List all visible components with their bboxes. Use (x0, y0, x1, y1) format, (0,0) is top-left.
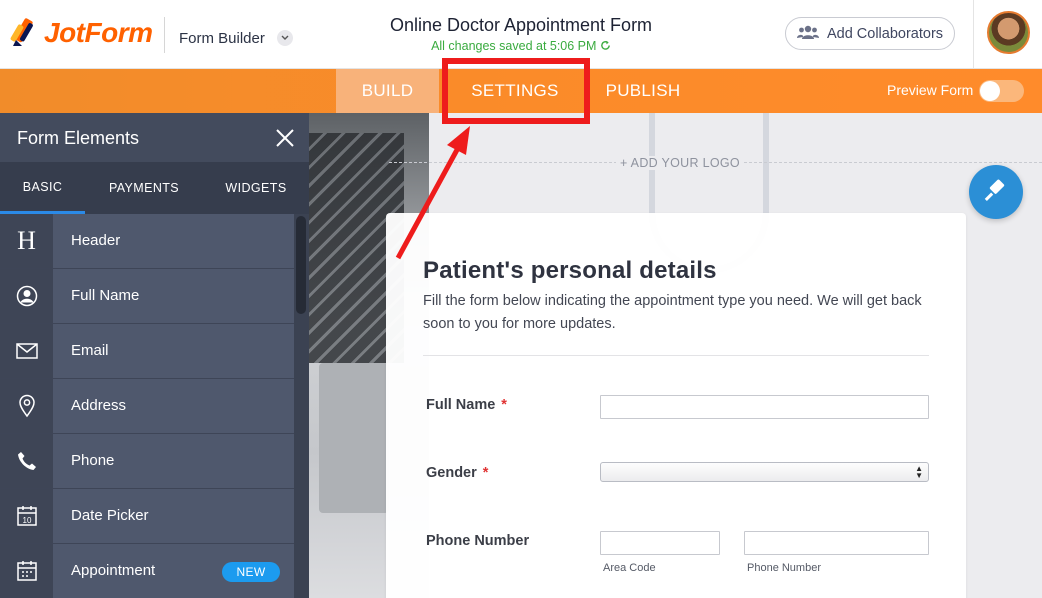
panel-tabs: BASIC PAYMENTS WIDGETS (0, 162, 309, 214)
area-code-input[interactable] (600, 531, 720, 555)
toggle-knob (980, 81, 1000, 101)
jotform-logo[interactable]: JotForm (10, 16, 153, 50)
required-mark: * (501, 397, 507, 413)
panel-header: Form Elements (0, 113, 309, 162)
phone-number-sublabel: Phone Number (747, 562, 821, 574)
preview-form-toggle[interactable] (979, 80, 1024, 102)
logo-text: JotForm (44, 17, 153, 48)
gender-select[interactable]: ▲ ▼ (600, 462, 929, 482)
phone-icon (0, 434, 53, 488)
gender-label-text: Gender (426, 465, 477, 481)
form-heading[interactable]: Patient's personal details (423, 257, 717, 285)
form-canvas: + ADD YOUR LOGO Patient's personal detai… (309, 113, 1042, 598)
new-badge: NEW (222, 562, 280, 582)
form-elements-panel: Form Elements BASIC PAYMENTS WIDGETS H H… (0, 113, 309, 598)
add-your-logo-link[interactable]: + ADD YOUR LOGO (616, 156, 744, 170)
form-divider (423, 355, 929, 356)
panel-scrollbar[interactable] (294, 214, 309, 598)
form-title[interactable]: Online Doctor Appointment Form (300, 15, 742, 36)
saved-status-text: All changes saved at 5:06 PM (431, 39, 597, 53)
tab-payments[interactable]: PAYMENTS (85, 162, 203, 214)
header-icon: H (0, 214, 53, 268)
element-item-email[interactable]: Email (0, 324, 294, 379)
element-label: Full Name (71, 287, 140, 304)
chevron-down-icon[interactable] (277, 30, 293, 46)
element-item-full-name[interactable]: Full Name (0, 269, 294, 324)
users-icon (796, 25, 819, 43)
element-label: Phone (71, 452, 115, 469)
select-arrows-icon: ▲ ▼ (915, 464, 923, 480)
element-label: Header (71, 232, 121, 249)
refresh-icon (600, 39, 611, 53)
add-collaborators-button[interactable]: Add Collaborators (785, 17, 955, 50)
form-designer-button[interactable] (969, 165, 1023, 219)
element-item-header[interactable]: H Header (0, 214, 294, 269)
appointment-calendar-icon (0, 544, 53, 598)
scrollbar-thumb[interactable] (296, 216, 306, 314)
avatar[interactable] (987, 11, 1030, 54)
tab-publish[interactable]: PUBLISH (590, 69, 696, 113)
user-icon (0, 269, 53, 323)
jotform-logo-icon (10, 16, 40, 50)
header-divider (164, 17, 165, 53)
tab-widgets[interactable]: WIDGETS (203, 162, 309, 214)
form-description[interactable]: Fill the form below indicating the appoi… (423, 290, 923, 336)
element-item-date-picker[interactable]: 10 Date Picker (0, 489, 294, 544)
element-label: Email (71, 342, 109, 359)
gender-label: Gender * (426, 465, 488, 481)
saved-status: All changes saved at 5:06 PM (300, 39, 742, 53)
phone-number-input[interactable] (744, 531, 929, 555)
element-item-appointment[interactable]: Appointment NEW (0, 544, 294, 598)
header-divider-right (973, 0, 974, 69)
full-name-input[interactable] (600, 395, 929, 419)
full-name-label: Full Name * (426, 397, 507, 413)
elements-list: H Header Full Name Email Address Phone 1… (0, 214, 294, 598)
map-pin-icon (0, 379, 53, 433)
full-name-label-text: Full Name (426, 397, 496, 413)
calendar-icon: 10 (0, 489, 53, 543)
form-builder-label[interactable]: Form Builder (179, 30, 265, 47)
phone-number-label: Phone Number (426, 533, 530, 549)
paint-roller-icon (984, 178, 1008, 207)
element-label: Date Picker (71, 507, 149, 524)
laptop-trackpad (319, 363, 389, 513)
element-item-address[interactable]: Address (0, 379, 294, 434)
close-icon[interactable] (274, 127, 296, 149)
tab-basic[interactable]: BASIC (0, 162, 85, 214)
element-label: Appointment (71, 562, 156, 579)
envelope-icon (0, 324, 53, 378)
preview-form-label: Preview Form (887, 82, 974, 98)
svg-text:10: 10 (22, 516, 31, 525)
add-collaborators-label: Add Collaborators (826, 25, 944, 42)
required-mark: * (482, 465, 489, 481)
element-label: Address (71, 397, 127, 414)
settings-highlight-box (442, 58, 590, 124)
form-card: Patient's personal details Fill the form… (386, 213, 966, 598)
tab-build[interactable]: BUILD (336, 69, 439, 113)
panel-title: Form Elements (17, 128, 140, 148)
element-item-phone[interactable]: Phone (0, 434, 294, 489)
area-code-sublabel: Area Code (603, 562, 656, 574)
